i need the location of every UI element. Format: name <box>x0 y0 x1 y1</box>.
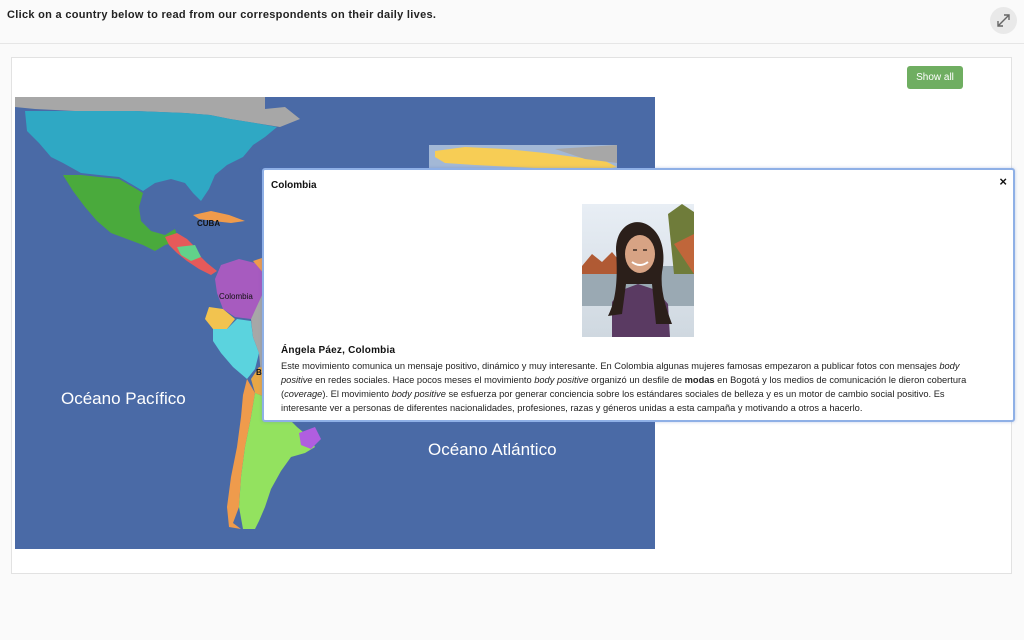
label-pacific-ocean: Océano Pacífico <box>61 389 186 408</box>
header-bar: Click on a country below to read from ou… <box>0 0 1024 44</box>
label-colombia: Colombia <box>219 292 253 301</box>
country-popup: Colombia × Ángela Páez, Colombia Este mo… <box>262 168 1015 422</box>
instruction-text: Click on a country below to read from ou… <box>7 9 437 21</box>
label-atlantic-ocean: Océano Atlántico <box>428 440 557 459</box>
show-all-button[interactable]: Show all <box>907 66 963 89</box>
popup-title: Colombia <box>271 180 317 191</box>
close-icon[interactable]: × <box>999 175 1007 189</box>
label-cuba: CUBA <box>197 219 220 228</box>
correspondent-photo <box>582 204 694 337</box>
correspondent-name: Ángela Páez, Colombia <box>281 345 396 356</box>
expand-button[interactable] <box>990 7 1017 34</box>
correspondent-text: Este movimiento comunica un mensaje posi… <box>281 361 967 413</box>
expand-arrows-icon <box>997 14 1010 27</box>
